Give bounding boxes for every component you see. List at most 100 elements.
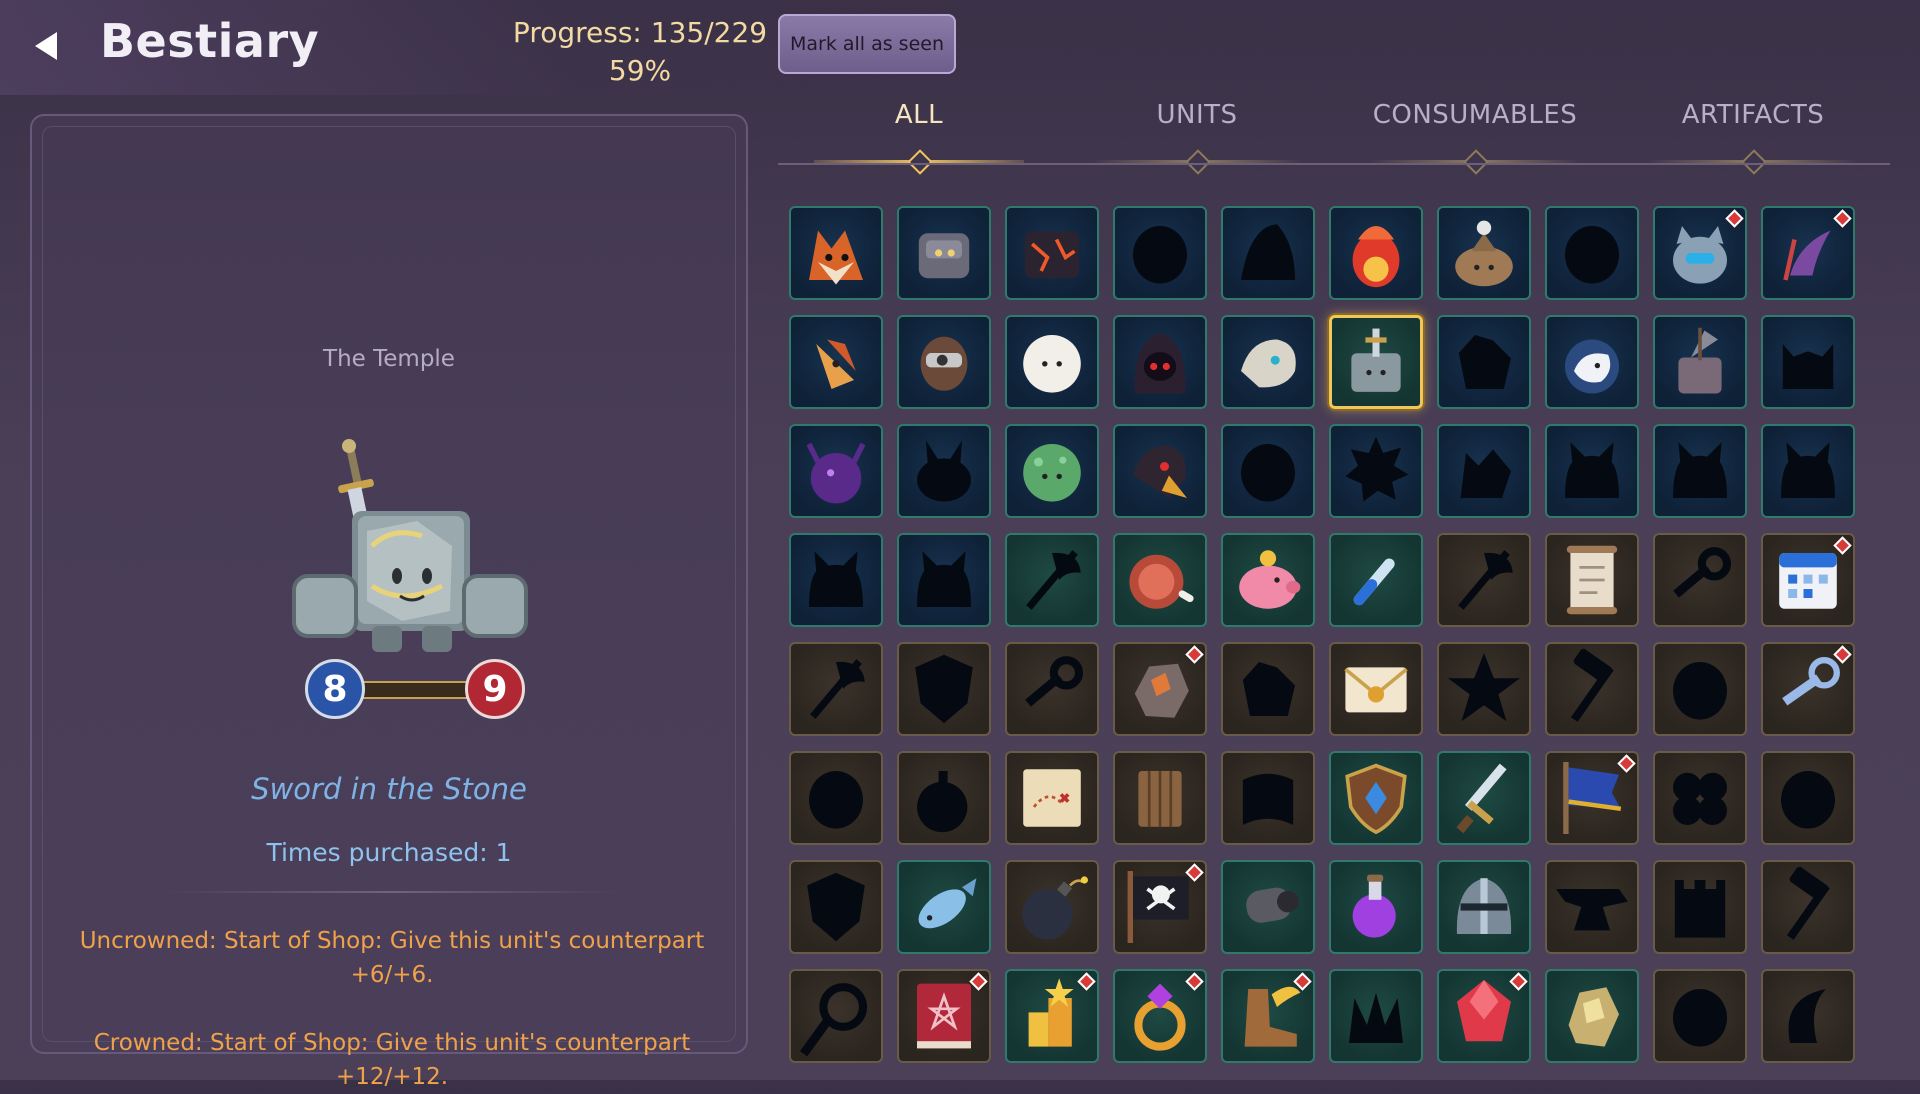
bestiary-entry-ore-chunk[interactable] [1113,642,1207,736]
bestiary-entry-silhouette-rope[interactable] [789,969,883,1063]
bestiary-entry-silhouette-blob[interactable] [789,751,883,845]
bestiary-entry-robot-cat[interactable] [1653,206,1747,300]
bestiary-entry-silhouette-blob[interactable] [1113,206,1207,300]
bestiary-entry-phoenix[interactable] [1329,206,1423,300]
bestiary-entry-cotton-ball[interactable] [1005,315,1099,409]
bestiary-entry-axe-stone[interactable] [1653,315,1747,409]
bestiary-entry-hooded-shade[interactable] [1113,315,1207,409]
bestiary-entry-silhouette-blob[interactable] [1545,206,1639,300]
bestiary-entry-silhouette-tower[interactable] [1653,860,1747,954]
bestiary-entry-silhouette-cat[interactable] [1545,424,1639,518]
bestiary-entry-silhouette-cat[interactable] [897,533,991,627]
tab-artifacts[interactable]: ARTIFACTS [1614,100,1892,175]
silhouette-blob-icon [1673,989,1727,1047]
bestiary-entry-scroll[interactable] [1545,533,1639,627]
back-arrow-icon[interactable] [28,26,68,66]
bestiary-entry-silhouette-crystal[interactable] [1437,315,1531,409]
stat-display: 8 9 [305,659,525,719]
bestiary-entry-lava-golem[interactable] [1005,206,1099,300]
bestiary-entry-fire-bird[interactable] [789,315,883,409]
bestiary-entry-winged-boot[interactable] [1221,969,1315,1063]
bestiary-entry-silhouette-star[interactable] [1437,642,1531,736]
bestiary-entry-envelope[interactable] [1329,642,1423,736]
bestiary-entry-silhouette-axe[interactable] [1437,533,1531,627]
bestiary-entry-silhouette-wolf[interactable] [1437,424,1531,518]
bestiary-entry-silhouette-crystal[interactable] [1221,642,1315,736]
bestiary-entry-calendar[interactable] [1761,533,1855,627]
tab-all[interactable]: ALL [780,100,1058,175]
bestiary-entry-dark-bird[interactable] [1113,424,1207,518]
bestiary-entry-red-gem[interactable] [1437,969,1531,1063]
progress-percent: 59% [608,54,672,87]
bestiary-entry-silhouette-clover[interactable] [1653,751,1747,845]
silhouette-axe-icon [1026,550,1081,610]
bestiary-entry-silhouette-key[interactable] [1653,533,1747,627]
bestiary-entry-silhouette-axe[interactable] [789,642,883,736]
bestiary-entry-shield-gem[interactable] [1329,751,1423,845]
ability-uncrowned: Uncrowned: Start of Shop: Give this unit… [79,928,705,988]
bestiary-entry-silhouette-horned[interactable] [1761,315,1855,409]
mark-all-seen-button[interactable]: Mark all as seen [778,14,956,74]
bestiary-entry-knight-helmet[interactable] [1437,860,1531,954]
bestiary-entry-cannon[interactable] [1221,860,1315,954]
bestiary-entry-wooden-crate[interactable] [1113,751,1207,845]
silhouette-crescent-icon [1788,989,1826,1043]
bestiary-entry-silhouette-blob[interactable] [1653,642,1747,736]
bestiary-entry-silhouette-bomb[interactable] [897,751,991,845]
bestiary-entry-trophy-blocks[interactable] [1005,969,1099,1063]
bestiary-entry-silhouette-hammer[interactable] [1761,860,1855,954]
bestiary-entry-gold-ore[interactable] [1545,969,1639,1063]
bestiary-entry-moss-slime[interactable] [1005,424,1099,518]
bestiary-entry-silhouette-spiky[interactable] [1329,424,1423,518]
silhouette-blob-icon [1673,662,1727,720]
bestiary-entry-silhouette-shield[interactable] [789,860,883,954]
bestiary-entry-sword[interactable] [1437,751,1531,845]
bestiary-entry-volcano-slime[interactable] [1437,206,1531,300]
bestiary-entry-purple-claw[interactable] [1761,206,1855,300]
bestiary-entry-fox[interactable] [789,206,883,300]
bestiary-entry-silhouette-hammer[interactable] [1545,642,1639,736]
bestiary-entry-potion-vial[interactable] [1329,533,1423,627]
bestiary-entry-piggy-bank[interactable] [1221,533,1315,627]
bestiary-entry-blue-flag[interactable] [1545,751,1639,845]
bestiary-entry-treasure-map[interactable] [1005,751,1099,845]
bestiary-entry-bomb[interactable] [1005,860,1099,954]
bestiary-entry-fish[interactable] [897,860,991,954]
bestiary-entry-silhouette-key[interactable] [1005,642,1099,736]
bestiary-entry-bone-beast[interactable] [1221,315,1315,409]
bestiary-entry-crystal-key[interactable] [1761,642,1855,736]
bestiary-entry-silhouette-cat[interactable] [1761,424,1855,518]
bestiary-entry-silhouette-shield[interactable] [897,642,991,736]
bestiary-entry-silhouette-rabbit[interactable] [897,424,991,518]
bestiary-entry-spell-book[interactable] [897,969,991,1063]
tab-consumables[interactable]: CONSUMABLES [1336,100,1614,175]
bestiary-entry-sword-in-stone[interactable] [1329,315,1423,409]
bestiary-entry-unicorn[interactable] [1545,315,1639,409]
bestiary-entry-silhouette-crescent[interactable] [1761,969,1855,1063]
bestiary-entry-silhouette-blob[interactable] [1761,751,1855,845]
bestiary-entry-silhouette-fang[interactable] [1329,969,1423,1063]
bestiary-entry-gold-ring[interactable] [1113,969,1207,1063]
bestiary-entry-silhouette-blob[interactable] [1653,969,1747,1063]
bestiary-entry-silhouette-anvil[interactable] [1545,860,1639,954]
cotton-ball-icon [1023,335,1081,393]
bestiary-entry-silhouette-cat[interactable] [1653,424,1747,518]
silhouette-axe-icon [810,659,865,719]
bestiary-entry-purple-beetle[interactable] [789,424,883,518]
purple-potion-icon [1352,874,1396,938]
bestiary-entry-silhouette-cat[interactable] [789,533,883,627]
bestiary-entry-silhouette-scroll[interactable] [1221,751,1315,845]
bestiary-entry-stone-golem[interactable] [897,206,991,300]
bestiary-entry-knight-helm[interactable] [897,315,991,409]
bestiary-entry-pirate-flag[interactable] [1113,860,1207,954]
bestiary-entry-silhouette-blob[interactable] [1221,424,1315,518]
bestiary-entry-silhouette-hood[interactable] [1221,206,1315,300]
bestiary-entry-purple-potion[interactable] [1329,860,1423,954]
tab-units[interactable]: UNITS [1058,100,1336,175]
silhouette-rabbit-icon [917,440,971,502]
bestiary-entry-ham[interactable] [1113,533,1207,627]
bestiary-entry-silhouette-axe[interactable] [1005,533,1099,627]
silhouette-cat-icon [917,551,971,607]
section-divider [162,891,622,893]
unicorn-icon [1565,339,1619,394]
